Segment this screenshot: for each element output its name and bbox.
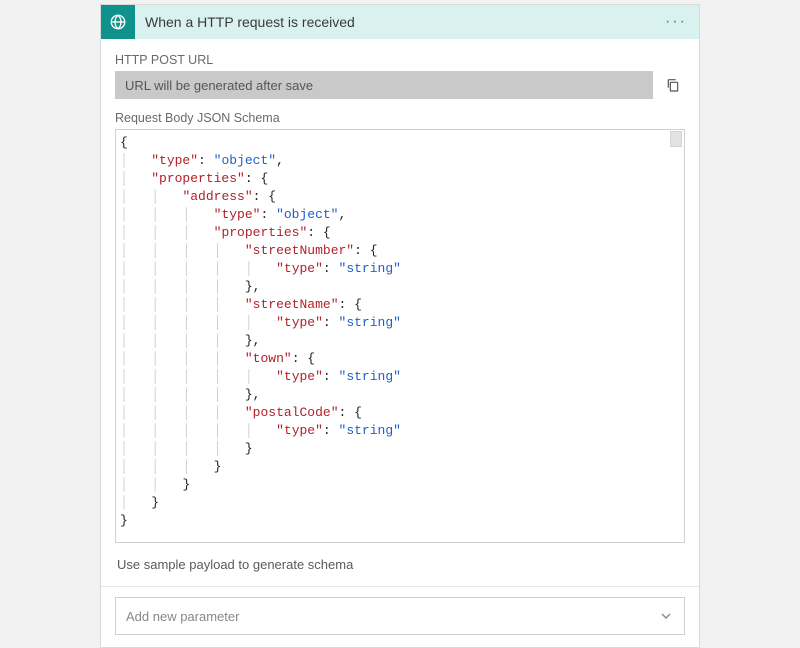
add-parameter-label: Add new parameter [126,609,239,624]
card-title: When a HTTP request is received [135,14,663,30]
chevron-down-icon [658,608,674,624]
add-parameter-dropdown[interactable]: Add new parameter [115,597,685,635]
post-url-value: URL will be generated after save [115,71,653,99]
schema-editor[interactable]: { │ "type": "object", │ "properties": { … [115,129,685,543]
add-parameter-section: Add new parameter [101,586,699,635]
scrollbar-thumb[interactable] [670,131,682,147]
sample-payload-link[interactable]: Use sample payload to generate schema [115,543,685,586]
card-body: HTTP POST URL URL will be generated afte… [101,39,699,586]
schema-content: { │ "type": "object", │ "properties": { … [116,130,684,534]
copy-url-button[interactable] [661,73,685,97]
trigger-card: When a HTTP request is received ··· HTTP… [100,4,700,648]
card-menu-button[interactable]: ··· [663,9,689,35]
card-header: When a HTTP request is received ··· [101,5,699,39]
copy-icon [665,77,681,93]
post-url-label: HTTP POST URL [115,53,685,67]
post-url-row: URL will be generated after save [115,71,685,99]
schema-label: Request Body JSON Schema [115,111,685,125]
globe-icon [101,5,135,39]
